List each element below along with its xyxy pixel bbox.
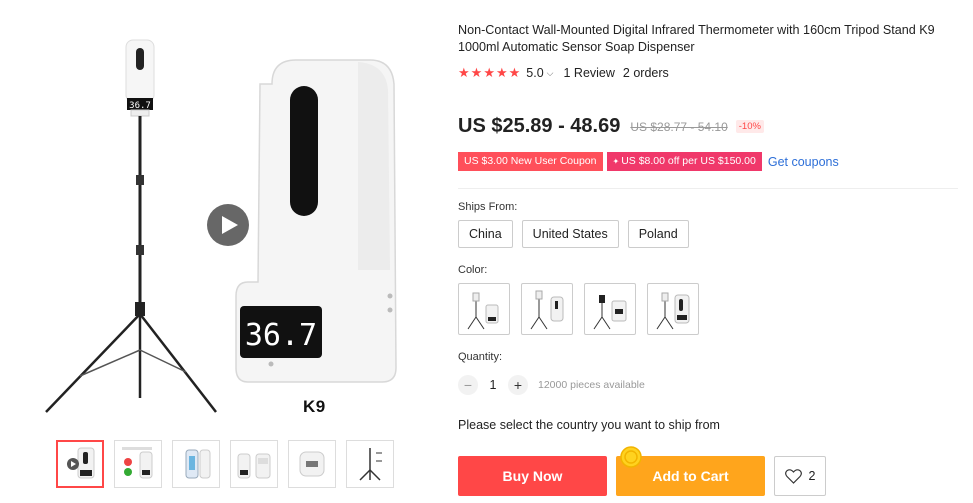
ships-from-label: Ships From: (458, 201, 518, 213)
color-swatch-image (530, 290, 564, 330)
color-option-4[interactable] (647, 283, 699, 335)
display-reading: 36.7 (245, 318, 317, 353)
thumb-tripod-image (359, 448, 382, 481)
wishlist-count: 2 (808, 469, 816, 483)
action-buttons: Buy Now Add to Cart 2 (458, 446, 826, 496)
thumbnail-4[interactable] (230, 440, 278, 488)
play-icon (222, 216, 238, 234)
star-icon: ★ (458, 65, 470, 80)
quantity-increase-button[interactable]: + (508, 375, 528, 395)
star-icon: ★ (508, 65, 521, 80)
star-icon: ★ (470, 65, 483, 80)
rating-row: ★ ★ ★ ★ ★ 5.0 ⌵ 1 Review 2 orders (458, 66, 669, 81)
diamond-icon: ✦ (612, 157, 620, 166)
quantity-available: 12000 pieces available (538, 379, 645, 391)
quantity-decrease-button[interactable]: − (458, 375, 478, 395)
color-option-3[interactable] (584, 283, 636, 335)
heart-icon (784, 468, 802, 484)
thumb-dispenser-image (67, 447, 95, 479)
model-label: K9 (303, 397, 326, 416)
thumbnail-strip (56, 440, 394, 488)
color-options (458, 283, 699, 335)
color-option-2[interactable] (521, 283, 573, 335)
color-swatch-image (467, 292, 499, 330)
product-title: Non-Contact Wall-Mounted Digital Infrare… (458, 23, 935, 54)
ship-option-china[interactable]: China (458, 220, 513, 248)
ship-option-poland[interactable]: Poland (627, 220, 689, 248)
reviews-link[interactable]: 1 Review (564, 66, 615, 80)
product-gallery: 36.7 36.7 K9 (0, 0, 445, 503)
color-label: Color: (458, 264, 488, 276)
store-coupon-label: US $8.00 off per US $150.00 (621, 155, 756, 167)
thumb-appearance-image (237, 453, 271, 479)
store-coupon[interactable]: ✦ US $8.00 off per US $150.00 (606, 152, 762, 171)
price-row: US $25.89 - 48.69 US $28.77 - 54.10 -10% (458, 115, 764, 138)
original-price: US $28.77 - 54.10 (630, 119, 728, 134)
ship-country-note: Please select the country you want to sh… (458, 418, 720, 432)
quantity-stepper: − 1 + 12000 pieces available (458, 375, 645, 395)
thumbnail-1[interactable] (56, 440, 104, 488)
get-coupons-link[interactable]: Get coupons (768, 155, 839, 169)
current-price: US $25.89 - 48.69 (458, 115, 621, 137)
add-to-cart-button[interactable]: Add to Cart (616, 446, 765, 496)
orders-count: 2 orders (622, 66, 669, 80)
thumb-front-image (299, 451, 325, 477)
star-icon: ★ (483, 65, 495, 80)
thumb-features-image (122, 447, 153, 479)
quantity-label: Quantity: (458, 351, 503, 363)
thumbnail-6[interactable] (346, 440, 394, 488)
wishlist-button[interactable]: 2 (774, 456, 826, 496)
thumbnail-3[interactable] (172, 440, 220, 488)
color-option-1[interactable] (458, 283, 510, 335)
rating-value[interactable]: 5.0 (526, 66, 543, 80)
rating-stars: ★ ★ ★ ★ ★ (458, 66, 520, 80)
quantity-value[interactable]: 1 (478, 378, 508, 392)
play-video-button[interactable] (207, 204, 249, 246)
ships-from-options: China United States Poland (458, 220, 689, 248)
star-icon: ★ (495, 65, 508, 80)
discount-badge: -10% (735, 120, 764, 133)
coupon-row: US $3.00 New User Coupon ✦ US $8.00 off p… (458, 152, 839, 171)
add-to-cart-label: Add to Cart (652, 468, 729, 484)
thumb-dimensions-image (185, 449, 211, 479)
color-swatch-image (593, 295, 627, 330)
chevron-down-icon[interactable]: ⌵ (547, 68, 554, 79)
thumbnail-2[interactable] (114, 440, 162, 488)
divider (458, 188, 958, 189)
buy-now-button[interactable]: Buy Now (458, 456, 607, 496)
thumbnail-5[interactable] (288, 440, 336, 488)
new-user-coupon[interactable]: US $3.00 New User Coupon (458, 152, 603, 171)
color-swatch-image (656, 292, 690, 330)
ship-option-united-states[interactable]: United States (521, 220, 619, 248)
coin-icon (620, 446, 642, 468)
